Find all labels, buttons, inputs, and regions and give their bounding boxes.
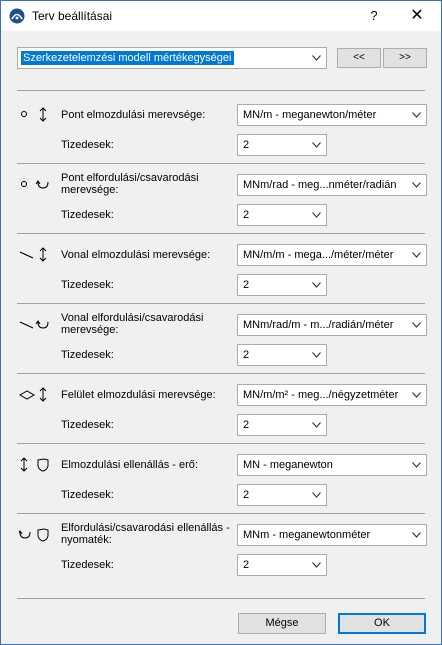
decimals-label: Tizedesek: — [61, 279, 114, 291]
line-rotation-unit-dropdown[interactable]: MNm/rad/m - m.../radián/méter — [237, 314, 427, 336]
chevron-down-icon — [312, 282, 321, 288]
point-rotation-icon — [21, 180, 49, 189]
surface-displacement-unit-dropdown[interactable]: MN/m/m² - meg.../négyzetméter — [237, 384, 427, 406]
line-rotation-icon — [19, 320, 49, 329]
separator — [17, 373, 425, 374]
decimals-value: 2 — [243, 279, 250, 291]
decimals-label: Tizedesek: — [61, 559, 114, 571]
app-logo-icon — [9, 8, 25, 24]
point-displacement-decimals-dropdown[interactable]: 2 — [237, 134, 327, 156]
chevron-down-icon — [412, 252, 421, 258]
separator — [17, 303, 425, 304]
help-button[interactable]: ? — [363, 5, 385, 27]
line-displacement-icon — [19, 247, 47, 262]
line-rotation-decimals-dropdown[interactable]: 2 — [237, 344, 327, 366]
point-rotation-label: Pont elfordulási/csavarodási merevsége: — [61, 172, 199, 196]
point-rotation-unit-dropdown[interactable]: MNm/rad - meg...nméter/radián — [237, 174, 427, 196]
decimals-value: 2 — [243, 559, 250, 571]
chevron-down-icon — [312, 55, 321, 61]
chevron-down-icon — [312, 142, 321, 148]
chevron-down-icon — [412, 322, 421, 328]
displacement-resistance-label: Elmozdulási ellenállás - erő: — [61, 459, 198, 471]
line-rotation-unit-value: MNm/rad/m - m.../radián/méter — [243, 319, 394, 331]
displacement-resistance-decimals-dropdown[interactable]: 2 — [237, 484, 327, 506]
model-units-dropdown[interactable]: Szerkezetelemzési modell mértékegységei — [17, 47, 327, 69]
chevron-down-icon — [312, 352, 321, 358]
separator — [17, 90, 425, 91]
decimals-value: 2 — [243, 419, 250, 431]
chevron-down-icon — [412, 532, 421, 538]
decimals-label: Tizedesek: — [61, 349, 114, 361]
rotation-resistance-unit-value: MNm - meganewtonméter — [243, 529, 371, 541]
separator — [17, 233, 425, 234]
point-displacement-label: Pont elmozdulási merevsége: — [61, 109, 206, 121]
line-displacement-unit-value: MN/m/m - mega.../méter/méter — [243, 249, 394, 261]
surface-displacement-label: Felület elmozdulási merevsége: — [61, 389, 216, 401]
decimals-label: Tizedesek: — [61, 139, 114, 151]
next-button[interactable]: >> — [383, 48, 427, 68]
model-units-value: Szerkezetelemzési modell mértékegységei — [21, 51, 235, 65]
rotation-resistance-unit-dropdown[interactable]: MNm - meganewtonméter — [237, 524, 427, 546]
window-title: Terv beállításai — [32, 9, 113, 23]
ok-button[interactable]: OK — [338, 613, 426, 634]
chevron-down-icon — [412, 462, 421, 468]
point-rotation-unit-value: MNm/rad - meg...nméter/radián — [243, 179, 397, 191]
decimals-label: Tizedesek: — [61, 419, 114, 431]
rotation-resistance-label: Elfordulási/csavarodási ellenállás - nyo… — [61, 522, 230, 546]
line-rotation-label: Vonal elfordulási/csavarodási merevsége: — [61, 312, 204, 336]
point-rotation-decimals-dropdown[interactable]: 2 — [237, 204, 327, 226]
separator — [17, 598, 425, 599]
line-displacement-label: Vonal elmozdulási merevsége: — [61, 249, 211, 261]
rotation-resistance-decimals-dropdown[interactable]: 2 — [237, 554, 327, 576]
surface-displacement-decimals-dropdown[interactable]: 2 — [237, 414, 327, 436]
displacement-resistance-unit-dropdown[interactable]: MN - meganewton — [237, 454, 427, 476]
cancel-button[interactable]: Mégse — [238, 613, 326, 634]
point-displacement-icon — [21, 107, 47, 122]
chevron-down-icon — [312, 422, 321, 428]
title-bar: Terv beállításai ? ✕ — [1, 1, 441, 31]
displacement-resistance-icon — [20, 457, 49, 472]
decimals-value: 2 — [243, 139, 250, 151]
chevron-down-icon — [412, 112, 421, 118]
separator — [17, 443, 425, 444]
surface-displacement-icon — [19, 387, 47, 402]
decimals-label: Tizedesek: — [61, 489, 114, 501]
chevron-down-icon — [412, 182, 421, 188]
decimals-value: 2 — [243, 209, 250, 221]
close-button[interactable]: ✕ — [405, 5, 429, 27]
chevron-down-icon — [312, 492, 321, 498]
displacement-resistance-unit-value: MN - meganewton — [243, 459, 333, 471]
point-displacement-unit-value: MN/m - meganewton/méter — [243, 109, 377, 121]
separator — [17, 163, 425, 164]
point-displacement-unit-dropdown[interactable]: MN/m - meganewton/méter — [237, 104, 427, 126]
chevron-down-icon — [412, 392, 421, 398]
dialog-window: Terv beállításai ? ✕ Szerkezetelemzési m… — [0, 0, 442, 645]
surface-displacement-unit-value: MN/m/m² - meg.../négyzetméter — [243, 389, 399, 401]
line-displacement-unit-dropdown[interactable]: MN/m/m - mega.../méter/méter — [237, 244, 427, 266]
separator — [17, 513, 425, 514]
chevron-down-icon — [312, 562, 321, 568]
chevron-down-icon — [312, 212, 321, 218]
previous-button[interactable]: << — [337, 48, 381, 68]
decimals-value: 2 — [243, 349, 250, 361]
decimals-value: 2 — [243, 489, 250, 501]
decimals-label: Tizedesek: — [61, 209, 114, 221]
rotation-resistance-icon — [19, 528, 49, 542]
line-displacement-decimals-dropdown[interactable]: 2 — [237, 274, 327, 296]
